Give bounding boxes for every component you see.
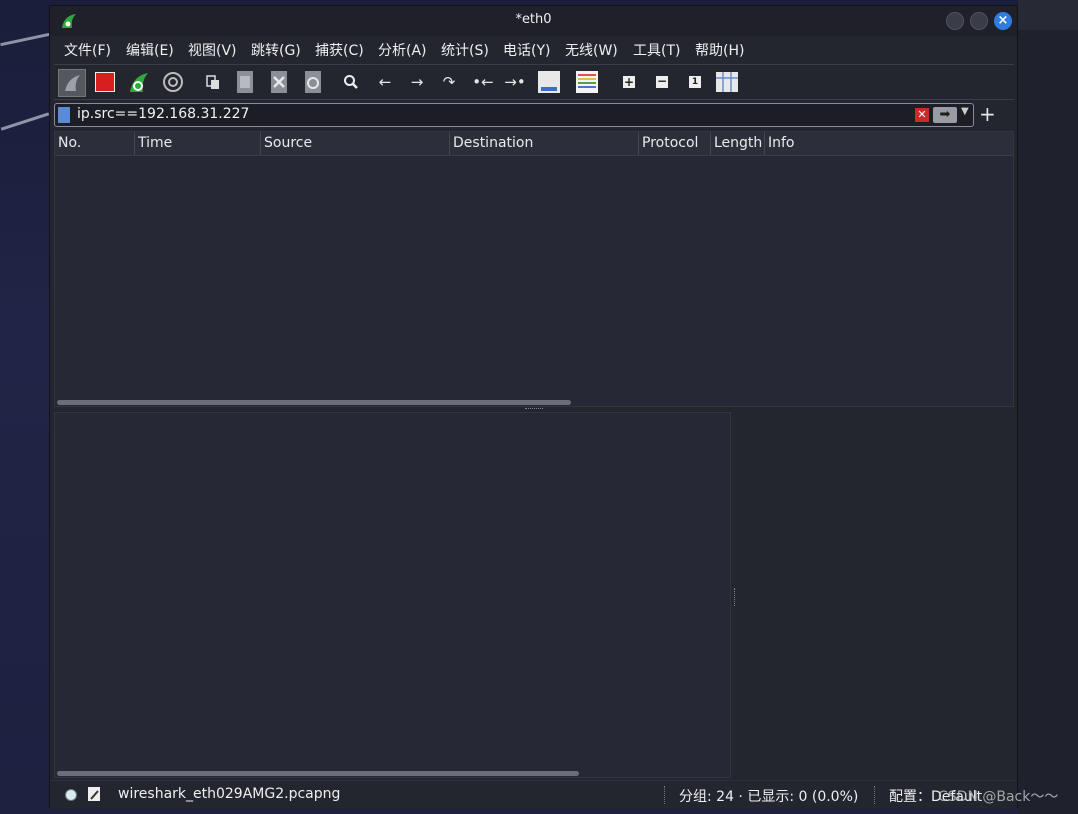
packet-count-status: 分组: 24 · 已显示: 0 (0.0%) [679, 789, 859, 805]
menu-go[interactable]: 跳转(G) [251, 40, 301, 60]
window-title: *eth0 [515, 12, 552, 27]
normal-size-icon[interactable]: 1 [682, 69, 708, 95]
status-separator [874, 786, 875, 804]
packet-list-horizontal-scrollbar[interactable] [57, 400, 571, 405]
go-forward-icon[interactable]: → [404, 69, 430, 95]
packet-details-pane[interactable] [54, 412, 731, 778]
auto-scroll-icon[interactable] [536, 69, 562, 95]
menu-telephony[interactable]: 电话(Y) [503, 40, 550, 60]
column-header-destination[interactable]: Destination [450, 132, 639, 155]
bookmark-icon[interactable] [58, 107, 70, 123]
desktop-stripe [0, 32, 50, 47]
desktop-stripe [0, 112, 50, 131]
column-header-source[interactable]: Source [261, 132, 450, 155]
close-button[interactable]: × [994, 12, 1012, 30]
menu-tools[interactable]: 工具(T) [633, 40, 680, 60]
last-packet-icon[interactable]: →• [502, 69, 528, 95]
find-packet-icon[interactable] [338, 69, 364, 95]
reload-file-icon[interactable] [300, 69, 326, 95]
capture-options-icon[interactable] [160, 69, 186, 95]
menu-view[interactable]: 视图(V) [188, 40, 237, 60]
display-filter-value[interactable]: ip.src==192.168.31.227 [77, 106, 249, 122]
clear-filter-icon[interactable]: ✕ [915, 108, 929, 122]
column-header-time[interactable]: Time [135, 132, 261, 155]
menu-capture[interactable]: 捕获(C) [315, 40, 364, 60]
column-header-length[interactable]: Length [711, 132, 765, 155]
restart-capture-icon[interactable] [126, 69, 152, 95]
menu-statistics[interactable]: 统计(S) [441, 40, 489, 60]
menu-bar: 文件(F) 编辑(E) 视图(V) 跳转(G) 捕获(C) 分析(A) 统计(S… [50, 38, 1017, 60]
column-header-protocol[interactable]: Protocol [639, 132, 711, 155]
stop-capture-icon[interactable] [92, 69, 118, 95]
go-back-icon[interactable]: ← [372, 69, 398, 95]
status-bar: wireshark_eth029AMG2.pcapng 分组: 24 · 已显示… [50, 780, 1017, 809]
packet-list-header: No. Time Source Destination Protocol Len… [55, 132, 1013, 156]
zoom-out-icon[interactable]: − [649, 69, 675, 95]
status-separator [664, 786, 665, 804]
menu-file[interactable]: 文件(F) [64, 40, 111, 60]
zoom-in-icon[interactable]: + [616, 69, 642, 95]
wireshark-window: *eth0 × 文件(F) 编辑(E) 视图(V) 跳转(G) 捕获(C) 分析… [49, 5, 1018, 809]
save-file-icon[interactable] [232, 69, 258, 95]
capture-file-name: wireshark_eth029AMG2.pcapng [118, 786, 341, 802]
column-header-info[interactable]: Info [765, 132, 1013, 155]
menu-wireless[interactable]: 无线(W) [565, 40, 618, 60]
go-to-packet-icon[interactable]: ↷ [436, 69, 462, 95]
maximize-button[interactable] [970, 12, 988, 30]
display-filter-input[interactable]: ip.src==192.168.31.227 ✕ ➡ ▼ [54, 103, 974, 127]
packet-bytes-pane[interactable] [738, 412, 1014, 778]
menu-edit[interactable]: 编辑(E) [126, 40, 174, 60]
add-filter-button[interactable]: + [979, 102, 996, 126]
first-packet-icon[interactable]: •← [470, 69, 496, 95]
title-bar[interactable]: *eth0 × [50, 6, 1017, 36]
packet-list[interactable]: No. Time Source Destination Protocol Len… [54, 131, 1014, 407]
capture-comment-icon[interactable] [88, 787, 100, 801]
details-horizontal-scrollbar[interactable] [57, 771, 579, 776]
apply-filter-button[interactable]: ➡ [933, 107, 957, 123]
open-file-icon[interactable] [200, 69, 226, 95]
minimize-button[interactable] [946, 12, 964, 30]
main-toolbar: ← → ↷ •← →• + − 1 [54, 64, 1014, 100]
chevron-down-icon[interactable]: ▼ [961, 106, 969, 117]
desktop-top-band [1018, 0, 1078, 30]
expert-info-led-icon[interactable] [65, 789, 77, 801]
menu-help[interactable]: 帮助(H) [695, 40, 744, 60]
menu-analyze[interactable]: 分析(A) [378, 40, 427, 60]
colorize-icon[interactable] [574, 69, 600, 95]
watermark: CSDN @Back～～ [938, 789, 1059, 805]
desktop-right-area [1018, 0, 1078, 814]
resize-columns-icon[interactable] [714, 69, 740, 95]
shark-fin-start-icon[interactable] [58, 69, 86, 97]
column-header-no[interactable]: No. [55, 132, 135, 155]
close-file-icon[interactable] [266, 69, 292, 95]
